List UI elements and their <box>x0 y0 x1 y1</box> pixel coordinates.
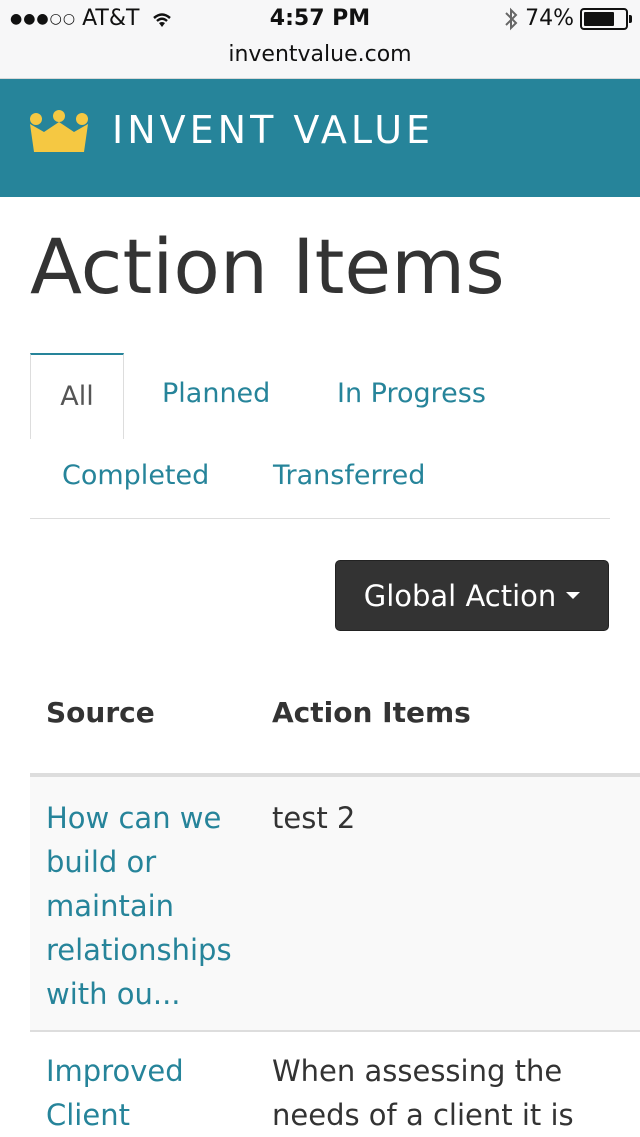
tab-transferred[interactable]: Transferred <box>273 460 425 491</box>
row-source-link[interactable]: Improved Client <box>46 1049 256 1137</box>
caret-down-icon <box>566 592 581 599</box>
brand-name[interactable]: INVENT VALUE <box>112 108 434 152</box>
tab-all[interactable]: All <box>30 353 124 439</box>
row-source-link[interactable]: How can we build or maintain relationshi… <box>46 796 256 1016</box>
battery-icon <box>580 7 632 30</box>
bluetooth-icon <box>505 7 518 30</box>
page-title: Action Items <box>30 222 505 311</box>
column-header-source[interactable]: Source <box>46 696 155 729</box>
table-row-divider <box>30 1030 640 1032</box>
tab-completed[interactable]: Completed <box>62 460 209 491</box>
global-action-button[interactable]: Global Action <box>335 560 609 631</box>
crown-icon[interactable] <box>28 110 90 154</box>
address-bar-url[interactable]: inventvalue.com <box>0 42 640 67</box>
row-action-text: test 2 <box>272 801 356 835</box>
tab-in-progress[interactable]: In Progress <box>337 378 486 409</box>
tabs-divider <box>30 518 610 519</box>
status-bar: ●●●○○ AT&T 4:57 PM 74% inventvalue.com <box>0 0 640 79</box>
battery-percent: 74% <box>525 6 574 31</box>
tab-planned[interactable]: Planned <box>162 378 270 409</box>
column-header-action-items[interactable]: Action Items <box>272 696 471 729</box>
status-right: 74% <box>503 6 632 31</box>
row-action-text: When assessing the needs of a client it … <box>272 1054 574 1132</box>
global-action-label: Global Action <box>363 578 557 613</box>
